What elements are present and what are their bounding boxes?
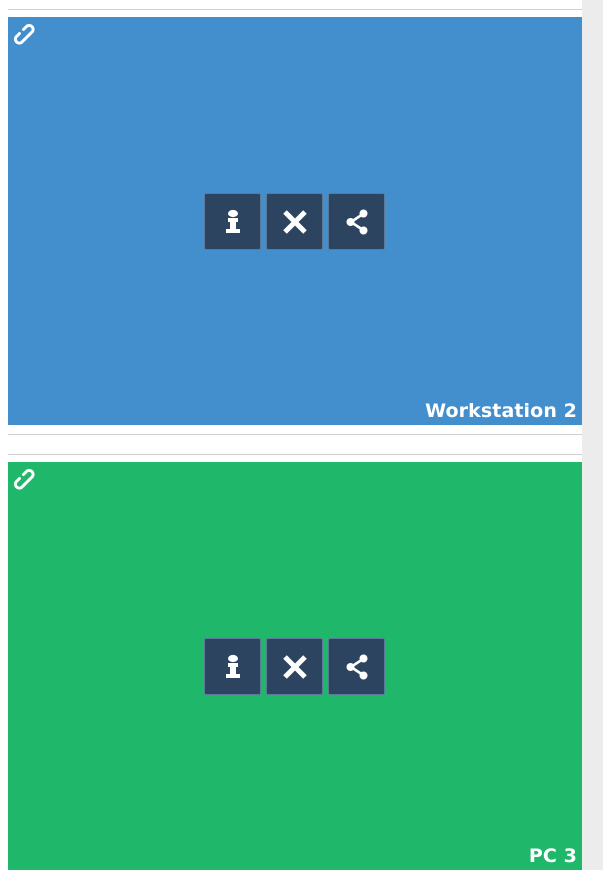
share-icon [343,653,371,681]
divider-top [8,9,603,10]
close-icon [281,653,309,681]
remove-button[interactable] [266,193,323,250]
link-icon[interactable] [13,468,41,496]
remove-button[interactable] [266,638,323,695]
device-list: Workstation 2 PC 3 [0,0,603,870]
device-name: Workstation 2 [425,400,577,422]
info-button[interactable] [204,193,261,250]
share-icon [343,208,371,236]
info-icon [219,653,247,681]
card-actions [204,193,386,250]
divider-card-2-top [8,454,603,455]
share-button[interactable] [328,193,385,250]
scrollbar[interactable] [582,0,603,870]
device-card[interactable]: PC 3 [8,462,582,870]
device-card[interactable]: Workstation 2 [8,17,582,425]
info-button[interactable] [204,638,261,695]
card-actions [204,638,386,695]
device-name: PC 3 [528,845,577,867]
info-icon [219,208,247,236]
share-button[interactable] [328,638,385,695]
close-icon [281,208,309,236]
divider-middle [8,434,603,435]
link-icon[interactable] [13,23,41,51]
